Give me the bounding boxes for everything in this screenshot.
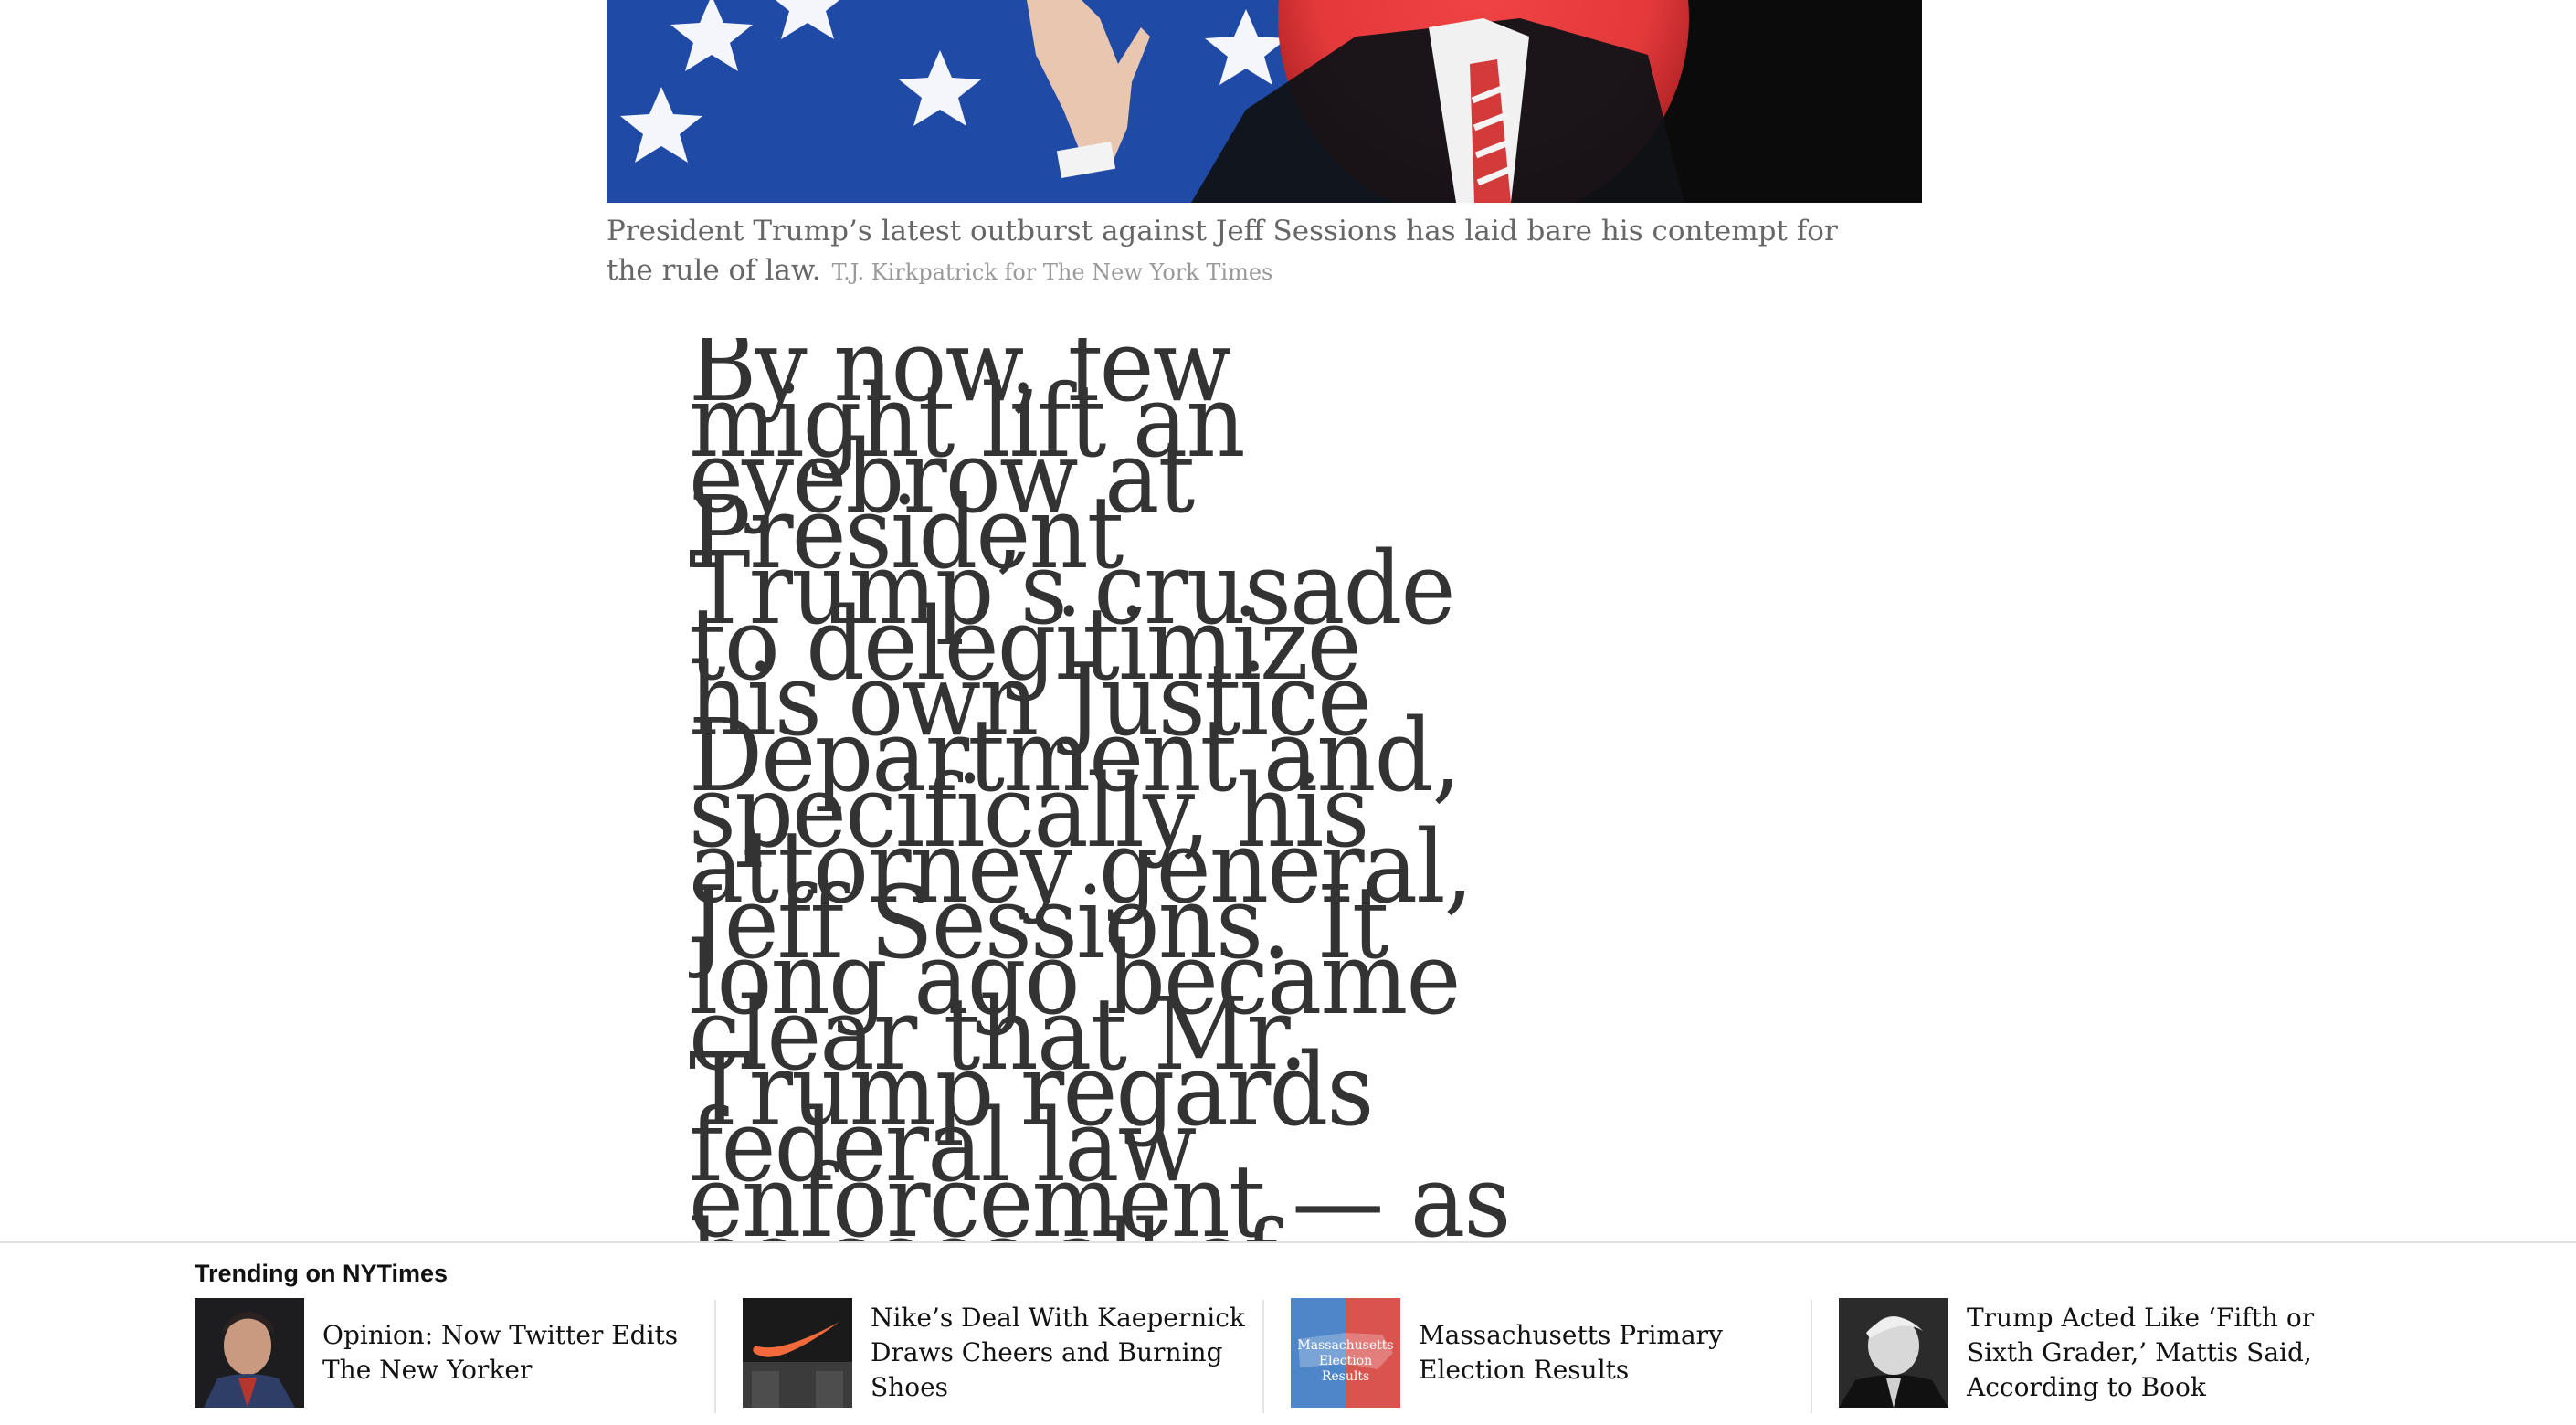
trending-thumbnail <box>195 1298 304 1408</box>
trending-item-twitter-new-yorker[interactable]: Opinion: Now Twitter Edits The New Yorke… <box>195 1298 724 1415</box>
article-paragraph: By now, few might lift an eyebrow at Pre… <box>689 338 1511 1242</box>
trending-title: Trending on NYTimes <box>195 1260 449 1287</box>
trending-item-massachusetts-primary[interactable]: Massachusetts Election Results Massachus… <box>1291 1298 1821 1415</box>
hero-photo-illustration <box>607 0 1922 203</box>
trending-thumbnail <box>743 1298 852 1408</box>
thumbnail-label: Massachusetts Election Results <box>1297 1338 1394 1384</box>
trending-headline-text: Opinion: Now Twitter Edits The New Yorke… <box>322 1320 679 1385</box>
trending-headline-text: Massachusetts Primary Election Results <box>1419 1320 1723 1385</box>
divider <box>1811 1300 1812 1413</box>
article-body: By now, few might lift an eyebrow at Pre… <box>689 338 1513 1242</box>
trending-bar: Trending on NYTimes Opinion: Now Twitter… <box>0 1241 2576 1425</box>
trending-thumbnail <box>1839 1298 1948 1408</box>
hero-photo <box>607 0 1922 203</box>
trending-headline-text: Trump Acted Like ‘Fifth or Sixth Grader,… <box>1967 1303 2315 1402</box>
trending-thumbnail: Massachusetts Election Results <box>1291 1298 1400 1408</box>
trending-headline-text: Nike’s Deal With Kaepernick Draws Cheers… <box>871 1303 1245 1402</box>
trending-headline[interactable]: Trump Acted Like ‘Fifth or Sixth Grader,… <box>1967 1298 2350 1408</box>
divider <box>714 1300 716 1413</box>
photo-credit: T.J. Kirkpatrick for The New York Times <box>831 259 1273 285</box>
trending-headline[interactable]: Opinion: Now Twitter Edits The New Yorke… <box>322 1298 706 1408</box>
trending-headline[interactable]: Massachusetts Primary Election Results <box>1419 1298 1802 1408</box>
trending-item-nike-kaepernick[interactable]: Nike’s Deal With Kaepernick Draws Cheers… <box>743 1298 1272 1415</box>
trending-item-trump-mattis[interactable]: Trump Acted Like ‘Fifth or Sixth Grader,… <box>1839 1298 2369 1415</box>
trending-headline[interactable]: Nike’s Deal With Kaepernick Draws Cheers… <box>871 1298 1254 1408</box>
divider <box>1262 1300 1264 1413</box>
photo-caption: President Trump’s latest outburst agains… <box>607 212 1867 292</box>
